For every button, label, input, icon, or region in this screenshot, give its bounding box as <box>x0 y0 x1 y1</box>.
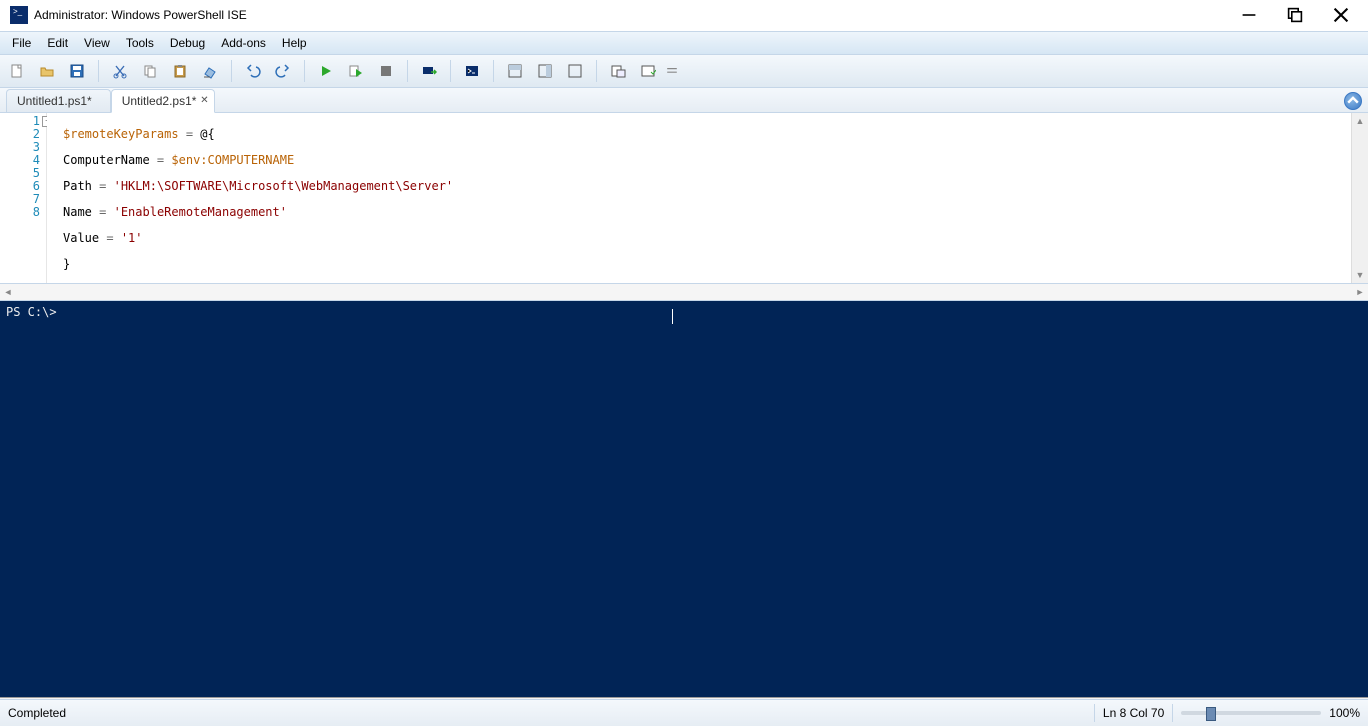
code-token: 'EnableRemoteManagement' <box>114 205 287 219</box>
copy-icon[interactable] <box>137 58 163 84</box>
zoom-value: 100% <box>1329 706 1360 720</box>
scroll-left-icon[interactable]: ◄ <box>0 284 16 300</box>
menu-edit[interactable]: Edit <box>39 34 76 52</box>
redo-icon[interactable] <box>270 58 296 84</box>
cursor-position: Ln 8 Col 70 <box>1103 706 1164 720</box>
run-icon[interactable] <box>313 58 339 84</box>
maximize-button[interactable] <box>1272 0 1318 30</box>
show-command-addon-icon[interactable] <box>635 58 661 84</box>
layout-max-icon[interactable] <box>562 58 588 84</box>
new-icon[interactable] <box>4 58 30 84</box>
close-button[interactable] <box>1318 0 1364 30</box>
code-token: = <box>150 153 172 167</box>
menu-file[interactable]: File <box>4 34 39 52</box>
code-token: } <box>63 257 70 271</box>
code-token: = <box>179 127 201 141</box>
toolbar-overflow-icon[interactable] <box>665 58 679 84</box>
menu-addons[interactable]: Add-ons <box>213 34 274 52</box>
powershell-tab-icon[interactable] <box>459 58 485 84</box>
code-token: = <box>92 205 114 219</box>
code-token: @{ <box>200 127 214 141</box>
menu-view[interactable]: View <box>76 34 118 52</box>
paste-icon[interactable] <box>167 58 193 84</box>
tab-label: Untitled1.ps1* <box>17 94 92 108</box>
window-title: Administrator: Windows PowerShell ISE <box>34 8 247 22</box>
title-bar: Administrator: Windows PowerShell ISE <box>0 0 1368 31</box>
tab-untitled2[interactable]: Untitled2.ps1* ✕ <box>111 89 216 113</box>
minimize-button[interactable] <box>1226 0 1272 30</box>
status-bar: Completed Ln 8 Col 70 100% <box>0 699 1368 726</box>
show-command-icon[interactable] <box>605 58 631 84</box>
clear-icon[interactable] <box>197 58 223 84</box>
layout-right-icon[interactable] <box>532 58 558 84</box>
status-text: Completed <box>8 706 66 720</box>
code-token: Path <box>63 179 92 193</box>
open-icon[interactable] <box>34 58 60 84</box>
menu-bar: File Edit View Tools Debug Add-ons Help <box>0 31 1368 55</box>
line-gutter: 1 2 3 4 5 6 7 8 <box>0 113 47 283</box>
code-token: Name <box>63 205 92 219</box>
new-remote-icon[interactable] <box>416 58 442 84</box>
code-token: Value <box>63 231 99 245</box>
layout-top-icon[interactable] <box>502 58 528 84</box>
code-token: = <box>99 231 121 245</box>
code-token: '1' <box>121 231 143 245</box>
editor-vscrollbar[interactable]: ▲ ▼ <box>1351 113 1368 283</box>
app-icon <box>10 6 28 24</box>
line-number: 8 <box>0 206 40 219</box>
console-prompt: PS C:\> <box>6 305 57 319</box>
code-token: = <box>92 179 114 193</box>
run-selection-icon[interactable] <box>343 58 369 84</box>
collapse-script-pane-icon[interactable] <box>1344 92 1362 110</box>
save-icon[interactable] <box>64 58 90 84</box>
code-token: $remoteKeyParams <box>63 127 179 141</box>
code-token: $env:COMPUTERNAME <box>171 153 294 167</box>
scroll-right-icon[interactable]: ► <box>1352 284 1368 300</box>
zoom-thumb[interactable] <box>1206 707 1216 721</box>
stop-icon[interactable] <box>373 58 399 84</box>
toolbar <box>0 55 1368 88</box>
tab-strip: Untitled1.ps1* Untitled2.ps1* ✕ <box>0 88 1368 113</box>
zoom-slider[interactable] <box>1181 711 1321 715</box>
cut-icon[interactable] <box>107 58 133 84</box>
menu-tools[interactable]: Tools <box>118 34 162 52</box>
menu-debug[interactable]: Debug <box>162 34 213 52</box>
code-token: 'HKLM:\SOFTWARE\Microsoft\WebManagement\… <box>114 179 454 193</box>
tab-untitled1[interactable]: Untitled1.ps1* <box>6 89 111 112</box>
code-area[interactable]: $remoteKeyParams = @{ ComputerName = $en… <box>47 113 1351 283</box>
undo-icon[interactable] <box>240 58 266 84</box>
editor-hscrollbar[interactable]: ◄ ► <box>0 284 1368 301</box>
tab-label: Untitled2.ps1* <box>122 94 197 108</box>
script-pane[interactable]: 1 2 3 4 5 6 7 8 − $remoteKeyParams = @{ … <box>0 113 1368 284</box>
text-cursor-icon <box>672 309 673 324</box>
close-tab-icon[interactable]: ✕ <box>198 94 210 106</box>
scroll-down-icon[interactable]: ▼ <box>1352 267 1368 283</box>
code-token: ComputerName <box>63 153 150 167</box>
menu-help[interactable]: Help <box>274 34 315 52</box>
console-pane[interactable]: PS C:\> <box>0 301 1368 698</box>
scroll-up-icon[interactable]: ▲ <box>1352 113 1368 129</box>
